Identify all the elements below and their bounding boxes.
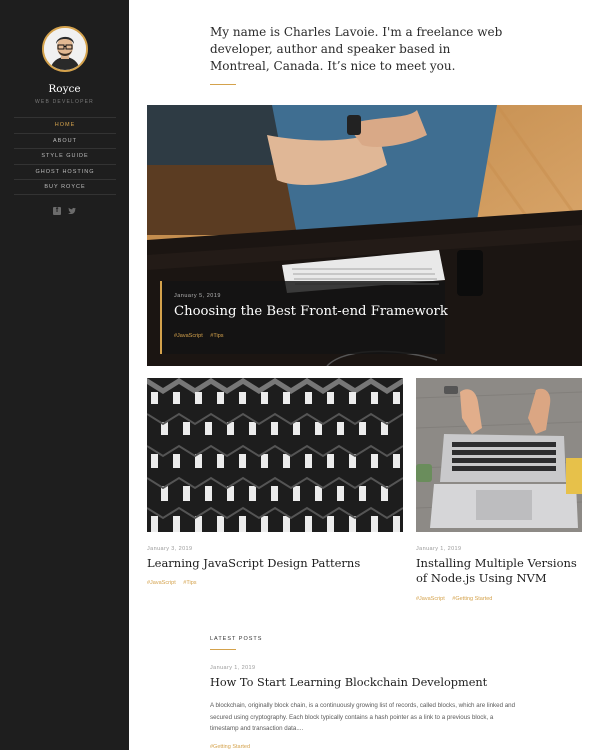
tag-link[interactable]: #Getting Started (452, 596, 492, 602)
avatar[interactable] (42, 26, 88, 72)
tag-link[interactable]: #JavaScript (147, 580, 176, 586)
site-name[interactable]: Royce (0, 83, 129, 95)
latest-posts-divider (210, 649, 236, 650)
featured-post-date: January 5, 2019 (174, 293, 221, 299)
latest-post-title[interactable]: How To Start Learning Blockchain Develop… (210, 676, 487, 689)
author-portrait-icon (44, 28, 86, 70)
facebook-icon[interactable]: f (53, 207, 61, 215)
featured-post-tags: #JavaScript #Tips (174, 333, 230, 339)
featured-post-title[interactable]: Choosing the Best Front-end Framework (174, 304, 448, 319)
post-tags: #JavaScript #Getting Started (416, 596, 498, 602)
twitter-icon[interactable] (68, 207, 76, 215)
latest-post-date: January 1, 2019 (210, 665, 256, 671)
post-image-building[interactable] (147, 378, 403, 532)
nav-item-ghost-hosting[interactable]: GHOST HOSTING (14, 163, 116, 180)
main-nav: HOME ABOUT STYLE GUIDE GHOST HOSTING BUY… (14, 117, 116, 195)
featured-post-card: January 5, 2019 Choosing the Best Front-… (160, 281, 448, 354)
post-date: January 1, 2019 (416, 546, 462, 552)
nav-item-buy-royce[interactable]: BUY ROYCE (14, 179, 116, 195)
laptop-photo-icon (416, 378, 582, 532)
tag-link[interactable]: #Tips (210, 333, 223, 339)
featured-post-image[interactable]: January 5, 2019 Choosing the Best Front-… (147, 105, 582, 366)
post-date: January 3, 2019 (147, 546, 193, 552)
tag-link[interactable]: #JavaScript (174, 333, 203, 339)
nav-item-home[interactable]: HOME (14, 117, 116, 133)
post-image-laptop[interactable] (416, 378, 582, 532)
latest-post-excerpt: A blockchain, originally block chain, is… (210, 702, 516, 732)
post-title[interactable]: Installing Multiple Versions of Node.js … (416, 556, 586, 586)
author-intro: My name is Charles Lavoie. I'm a freelan… (210, 25, 503, 73)
post-tags: #JavaScript #Tips (147, 580, 203, 586)
nav-item-style-guide[interactable]: STYLE GUIDE (14, 148, 116, 164)
site-description: WEB DEVELOPER (35, 99, 94, 105)
tag-link[interactable]: #JavaScript (416, 596, 445, 602)
tag-link[interactable]: #Tips (183, 580, 196, 586)
nav-item-about[interactable]: ABOUT (14, 132, 116, 149)
sidebar: Royce WEB DEVELOPER HOME ABOUT STYLE GUI… (0, 0, 129, 750)
social-links: f (53, 207, 76, 215)
intro-divider (210, 84, 236, 85)
post-title[interactable]: Learning JavaScript Design Patterns (147, 556, 403, 571)
building-photo-icon (147, 378, 403, 532)
latest-posts-heading: LATEST POSTS (210, 636, 263, 642)
tag-link[interactable]: #Getting Started (210, 744, 250, 750)
